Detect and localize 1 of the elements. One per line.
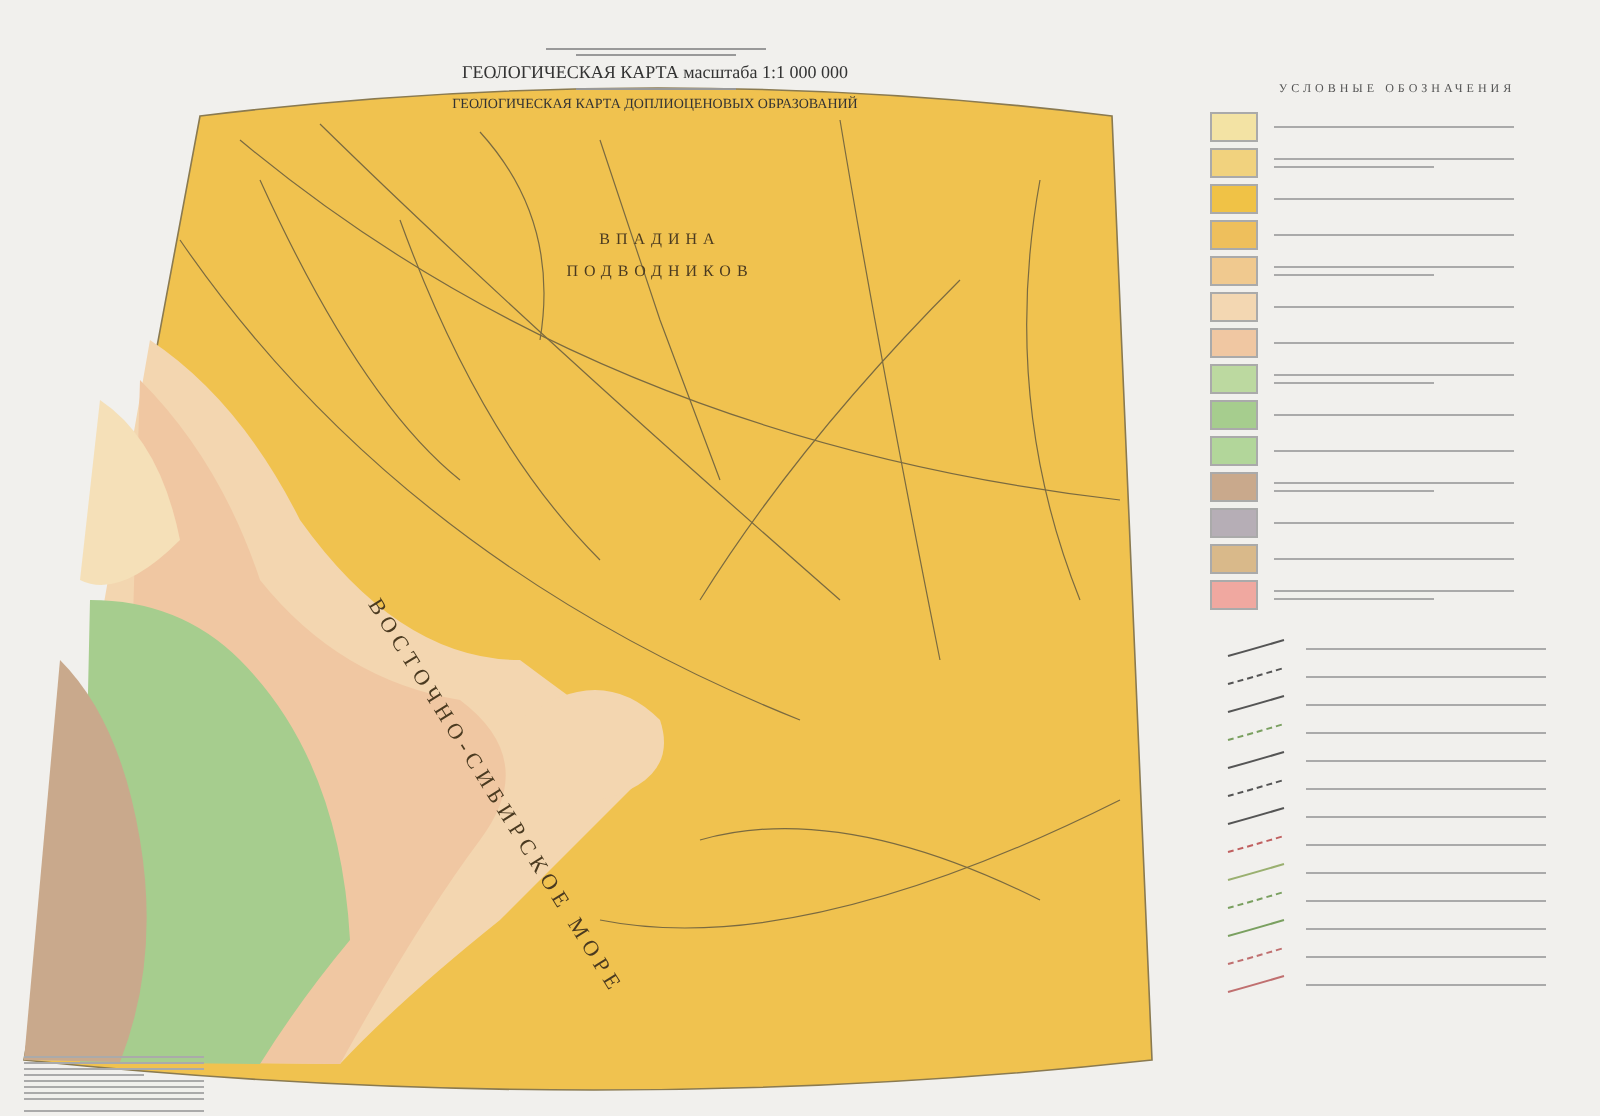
map-title: ГЕОЛОГИЧЕСКАЯ КАРТА масштаба 1:1 000 000	[462, 62, 848, 82]
